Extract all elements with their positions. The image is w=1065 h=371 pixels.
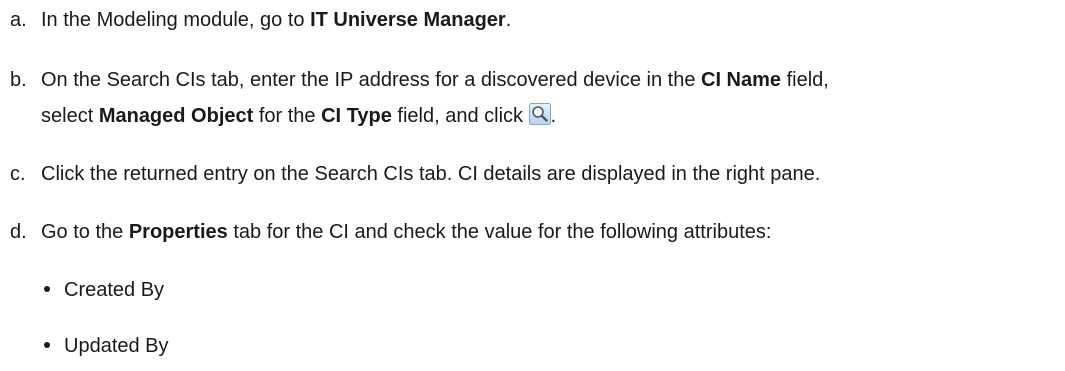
step-bold-text: CI Name — [701, 69, 782, 91]
attribute-item: Updated By — [44, 328, 169, 364]
step-bold-text: CI Type — [321, 105, 392, 127]
step-marker: b. — [10, 69, 27, 91]
step-text: . — [505, 9, 512, 31]
attribute-label: Updated By — [64, 335, 169, 357]
step-text: Click the returned entry on the Search C… — [41, 163, 821, 185]
step-text: field, and click — [391, 105, 529, 127]
search-button[interactable] — [528, 101, 551, 125]
step-bold-text: IT Universe Manager — [310, 9, 506, 31]
step-marker: d. — [10, 221, 27, 243]
step-marker: c. — [10, 163, 26, 185]
step-text: select — [41, 105, 99, 127]
step-text: field, — [781, 69, 829, 91]
step-d: d. Go to the Properties tab for the CI an… — [10, 214, 1060, 250]
attribute-item: Created By — [44, 272, 164, 308]
bullet-icon — [44, 285, 50, 292]
step-b-continuation: select Managed Object for the CI Type fi… — [10, 98, 1060, 134]
step-a: a. In the Modeling module, go to IT Unive… — [10, 2, 1060, 38]
magnifier-icon — [528, 103, 551, 125]
step-text: In the Modeling module, go to — [41, 9, 311, 31]
step-bold-text: Properties — [128, 221, 228, 243]
step-bold-text: Managed Object — [98, 105, 254, 127]
step-c: c. Click the returned entry on the Search… — [10, 156, 1060, 192]
step-text: tab for the CI and check the value for t… — [227, 221, 772, 243]
bullet-icon — [44, 341, 50, 348]
step-text: . — [550, 105, 557, 127]
step-b: b. On the Search CIs tab, enter the IP ad… — [10, 62, 1060, 134]
step-text: Go to the — [41, 221, 129, 243]
step-text: On the Search CIs tab, enter the IP addr… — [41, 69, 701, 91]
attribute-label: Created By — [64, 279, 165, 301]
step-text: for the — [253, 105, 322, 127]
step-marker: a. — [10, 9, 27, 31]
